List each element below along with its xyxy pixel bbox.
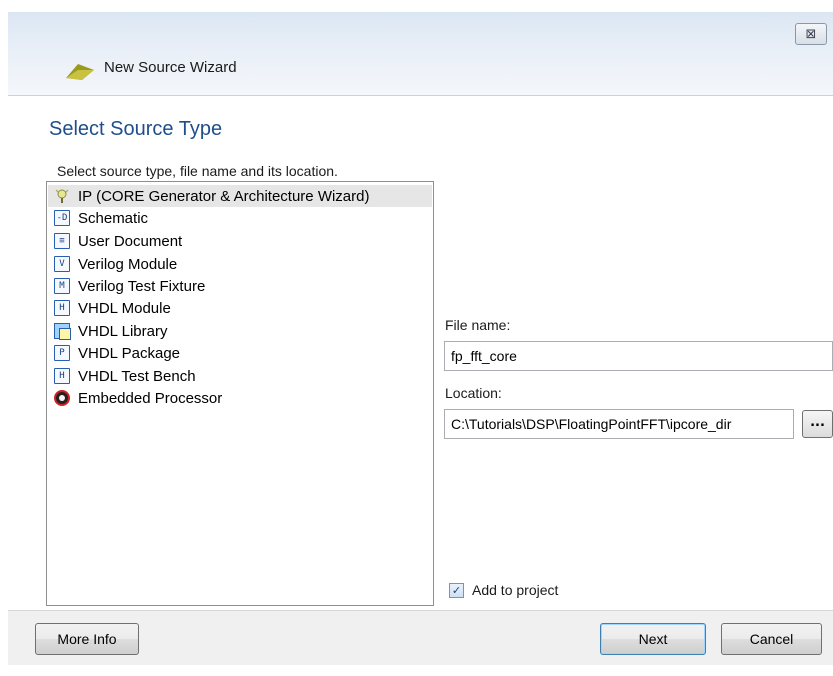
document-icon: ≡: [54, 233, 70, 249]
next-button[interactable]: Next: [600, 623, 706, 655]
list-item-label: VHDL Module: [78, 299, 171, 317]
list-item-label: VHDL Package: [78, 344, 180, 362]
title-bar: ⊠: [8, 12, 833, 96]
list-item-label: VHDL Library: [78, 322, 168, 340]
list-item-verilog-test-fixture[interactable]: M Verilog Test Fixture: [48, 275, 432, 297]
browse-button[interactable]: ...: [802, 410, 833, 438]
list-item-label: Embedded Processor: [78, 389, 223, 407]
wizard-title: New Source Wizard: [104, 59, 237, 76]
source-type-list[interactable]: IP (CORE Generator & Architecture Wizard…: [46, 181, 434, 606]
cancel-button[interactable]: Cancel: [721, 623, 822, 655]
list-item-vhdl-module[interactable]: H VHDL Module: [48, 297, 432, 319]
verilog-module-icon: V: [54, 256, 70, 272]
list-item-label: Verilog Module: [78, 255, 178, 273]
vhdl-package-icon: P: [54, 345, 70, 361]
list-item-vhdl-package[interactable]: P VHDL Package: [48, 342, 432, 364]
list-item-user-document[interactable]: ≡ User Document: [48, 230, 432, 252]
file-name-value: fp_fft_core: [451, 348, 517, 364]
checkmark-icon: ✓: [451, 584, 462, 597]
vhdl-test-bench-icon: H: [54, 368, 70, 384]
schematic-icon: -D: [54, 210, 70, 226]
ip-core-icon: [55, 189, 69, 203]
list-item-label: User Document: [78, 232, 183, 250]
list-item-vhdl-library[interactable]: VHDL Library: [48, 320, 432, 342]
location-label: Location:: [445, 385, 502, 401]
location-field[interactable]: C:\Tutorials\DSP\FloatingPointFFT\ipcore…: [444, 409, 794, 439]
verilog-test-fixture-icon: M: [54, 278, 70, 294]
list-item-label: IP (CORE Generator & Architecture Wizard…: [78, 187, 370, 205]
list-item-verilog-module[interactable]: V Verilog Module: [48, 253, 432, 275]
file-name-label: File name:: [445, 317, 511, 333]
embedded-processor-icon: [54, 390, 70, 406]
close-button[interactable]: ⊠: [795, 23, 827, 45]
more-info-button[interactable]: More Info: [35, 623, 139, 655]
location-value: C:\Tutorials\DSP\FloatingPointFFT\ipcore…: [451, 416, 732, 432]
add-to-project-checkbox[interactable]: ✓: [449, 583, 464, 598]
vhdl-module-icon: H: [54, 300, 70, 316]
list-item-label: VHDL Test Bench: [78, 367, 196, 385]
vhdl-library-icon: [54, 323, 71, 340]
instructions-text: Select source type, file name and its lo…: [57, 163, 338, 179]
list-item-label: Schematic: [78, 209, 149, 227]
list-item-embedded-processor[interactable]: Embedded Processor: [48, 387, 432, 409]
list-item-ip-core[interactable]: IP (CORE Generator & Architecture Wizard…: [48, 185, 432, 207]
close-icon: ⊠: [805, 26, 817, 42]
page-title: Select Source Type: [49, 118, 223, 140]
list-item-vhdl-test-bench[interactable]: H VHDL Test Bench: [48, 365, 432, 387]
button-bar: More Info Next Cancel: [8, 610, 833, 665]
wizard-arrow-icon: [66, 64, 94, 80]
add-to-project-label: Add to project: [472, 582, 559, 598]
new-source-wizard-window: ⊠ New Source Wizard Select Source Type S…: [0, 0, 833, 676]
file-name-field[interactable]: fp_fft_core: [444, 341, 833, 371]
list-item-label: Verilog Test Fixture: [78, 277, 206, 295]
list-item-schematic[interactable]: -D Schematic: [48, 207, 432, 229]
